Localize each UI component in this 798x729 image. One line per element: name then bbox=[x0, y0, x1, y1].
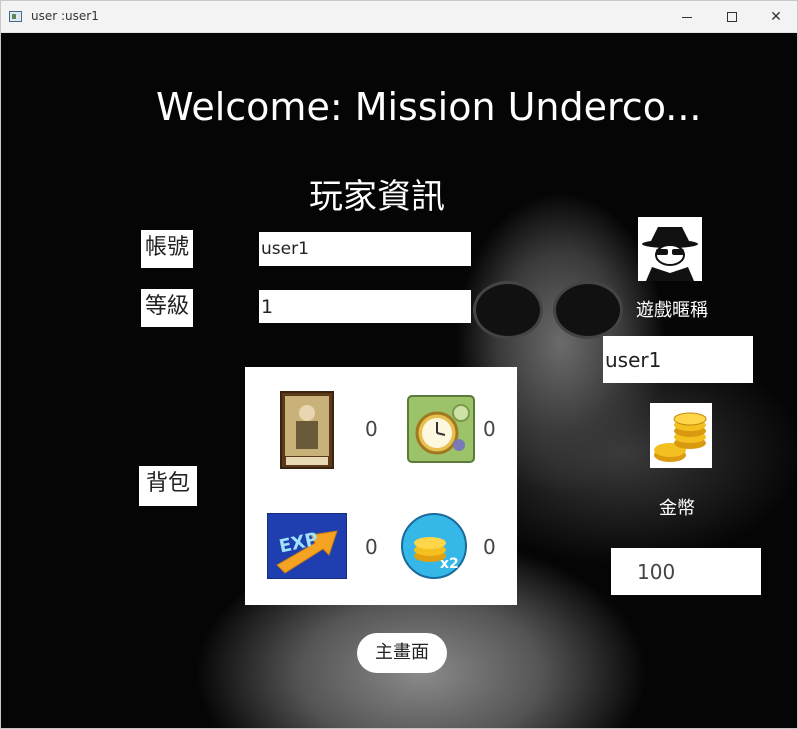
coins-label: 金幣 bbox=[659, 498, 695, 519]
maximize-button[interactable] bbox=[709, 1, 755, 33]
exp-boost-icon[interactable]: EXP bbox=[267, 513, 347, 579]
minimize-icon bbox=[682, 17, 692, 18]
nickname-label: 遊戲暱稱 bbox=[636, 300, 708, 321]
gold-coins-icon bbox=[650, 403, 712, 468]
minimize-button[interactable] bbox=[663, 1, 709, 33]
background-photo-detail bbox=[473, 281, 543, 339]
title-bar[interactable]: user :user1 ✕ bbox=[1, 1, 797, 33]
close-button[interactable]: ✕ bbox=[753, 1, 797, 33]
background-photo-detail bbox=[553, 281, 623, 339]
welcome-heading: Welcome: Mission Underco... bbox=[156, 85, 702, 129]
nickname-field[interactable] bbox=[603, 336, 753, 383]
backpack-panel: 0 0 EXP 0 x2 0 bbox=[245, 367, 517, 605]
main-content: Welcome: Mission Underco... 玩家資訊 帳號 等級 背… bbox=[1, 33, 797, 728]
close-icon: ✕ bbox=[770, 9, 782, 25]
svg-text:x2: x2 bbox=[440, 556, 459, 572]
maximize-icon bbox=[727, 12, 737, 22]
spy-avatar-icon bbox=[638, 217, 702, 281]
home-button[interactable]: 主畫面 bbox=[357, 633, 447, 673]
item-count: 0 bbox=[483, 417, 496, 441]
account-label: 帳號 bbox=[141, 230, 193, 268]
app-window: user :user1 ✕ Welcome: Mission Underco..… bbox=[0, 0, 798, 729]
item-count: 0 bbox=[365, 535, 378, 559]
item-count: 0 bbox=[483, 535, 496, 559]
backpack-label: 背包 bbox=[139, 466, 197, 506]
level-label: 等級 bbox=[141, 289, 193, 327]
level-field[interactable] bbox=[259, 290, 471, 323]
page-title: 玩家資訊 bbox=[309, 177, 445, 217]
window-title: user :user1 bbox=[31, 9, 99, 23]
coin-double-icon[interactable]: x2 bbox=[400, 512, 468, 580]
item-count: 0 bbox=[365, 417, 378, 441]
agent-card-icon[interactable] bbox=[280, 391, 334, 469]
account-field[interactable] bbox=[259, 232, 471, 266]
stopwatch-icon[interactable] bbox=[407, 395, 475, 463]
app-icon bbox=[9, 11, 22, 22]
coins-field[interactable] bbox=[611, 548, 761, 595]
